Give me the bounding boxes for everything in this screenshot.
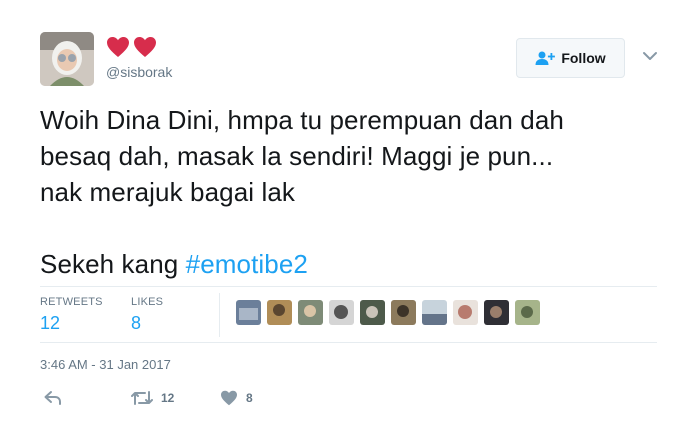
liker-avatar[interactable] bbox=[391, 300, 416, 325]
retweet-icon bbox=[131, 391, 153, 405]
likes-label: LIKES bbox=[131, 296, 164, 308]
avatar[interactable] bbox=[40, 32, 94, 86]
retweet-button[interactable]: 12 bbox=[131, 390, 174, 406]
divider bbox=[40, 286, 657, 287]
liker-avatar[interactable] bbox=[267, 300, 292, 325]
retweet-count: 12 bbox=[161, 391, 175, 405]
like-button[interactable]: 8 bbox=[220, 390, 253, 406]
avatar-image bbox=[40, 32, 94, 86]
reply-icon bbox=[44, 391, 61, 405]
tweet-timestamp[interactable]: 3:46 AM - 31 Jan 2017 bbox=[40, 357, 171, 372]
heart-icon bbox=[107, 37, 129, 57]
liker-avatar[interactable] bbox=[298, 300, 323, 325]
liker-avatar[interactable] bbox=[360, 300, 385, 325]
liker-avatars bbox=[236, 300, 540, 325]
liker-avatar[interactable] bbox=[329, 300, 354, 325]
retweets-stat[interactable]: RETWEETS 12 bbox=[40, 296, 103, 334]
heart-icon bbox=[134, 37, 156, 57]
likes-stat[interactable]: LIKES 8 bbox=[131, 296, 163, 334]
likes-count: 8 bbox=[131, 313, 142, 333]
retweets-label: RETWEETS bbox=[40, 296, 103, 308]
retweets-count: 12 bbox=[40, 313, 61, 333]
like-count: 8 bbox=[246, 391, 253, 405]
display-name[interactable] bbox=[106, 36, 157, 60]
tweet-line: nak merajuk bagai lak bbox=[40, 177, 296, 207]
liker-avatar[interactable] bbox=[422, 300, 447, 325]
liker-avatar[interactable] bbox=[236, 300, 261, 325]
stats-separator bbox=[219, 293, 220, 337]
tweet-line-text: Sekeh kang bbox=[40, 249, 186, 279]
liker-avatar[interactable] bbox=[484, 300, 509, 325]
user-handle[interactable]: @sisborak bbox=[106, 64, 172, 80]
heart-icon bbox=[221, 390, 237, 406]
tweet-line: Woih Dina Dini, hmpa tu perempuan dan da… bbox=[40, 105, 564, 135]
follow-button[interactable]: Follow bbox=[516, 38, 625, 78]
tweet-line: Sekeh kang #emotibe2 bbox=[40, 246, 660, 282]
reply-button[interactable] bbox=[44, 390, 62, 406]
chevron-down-icon[interactable] bbox=[642, 50, 658, 62]
tweet-text: Woih Dina Dini, hmpa tu perempuan dan da… bbox=[40, 102, 660, 282]
divider bbox=[40, 342, 657, 343]
tweet-line: besaq dah, masak la sendiri! Maggi je pu… bbox=[40, 141, 554, 171]
liker-avatar[interactable] bbox=[515, 300, 540, 325]
follow-button-label: Follow bbox=[561, 50, 606, 66]
liker-avatar[interactable] bbox=[453, 300, 478, 325]
hashtag-link[interactable]: #emotibe2 bbox=[186, 249, 308, 279]
add-user-icon bbox=[535, 51, 556, 65]
